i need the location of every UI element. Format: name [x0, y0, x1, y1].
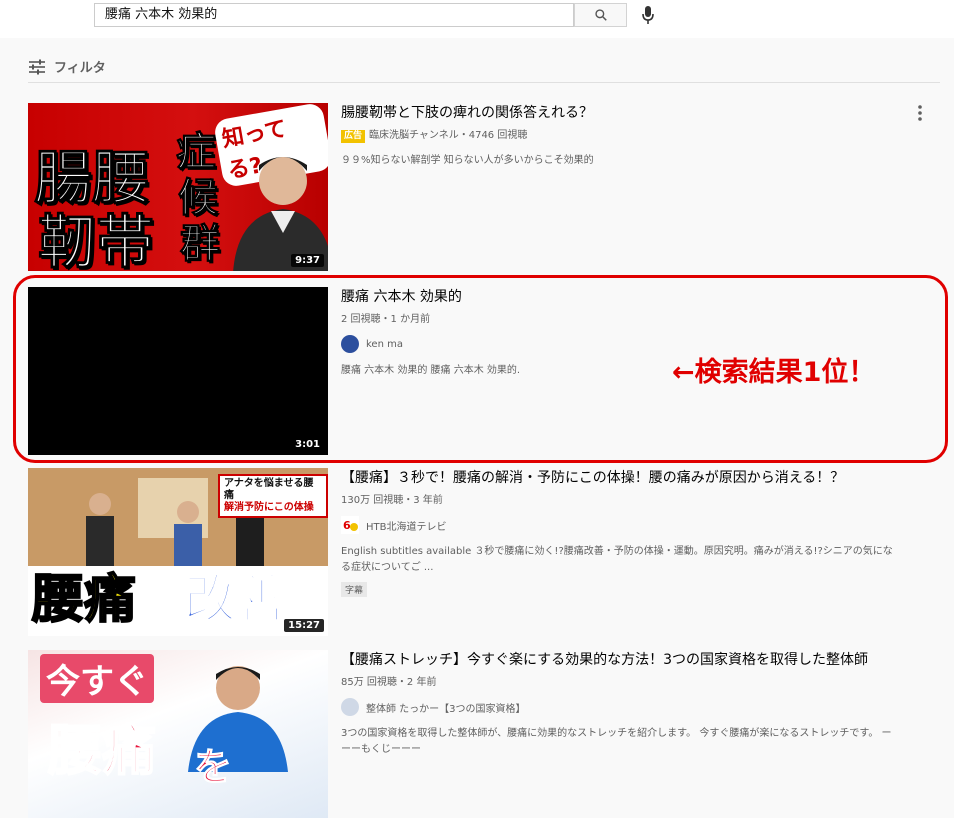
video-duration: 9:37 — [291, 254, 324, 267]
video-thumbnail[interactable]: 腸腰 靭帯 症 候 群 知ってる? 9:37 — [28, 103, 328, 271]
search-icon — [594, 9, 607, 21]
video-title[interactable]: 腸腰靭帯と下肢の痺れの関係答えれる？ — [341, 103, 901, 123]
filter-button[interactable]: フィルタ — [28, 57, 106, 76]
ad-badge: 広告 — [341, 130, 366, 143]
thumbnail-caption: 改善 — [183, 569, 289, 631]
search-button[interactable] — [574, 3, 627, 27]
video-thumbnail[interactable]: アナタを悩ませる腰痛 解消予防にこの体操 腰痛 改善 15:27 — [28, 468, 328, 636]
filter-sliders-icon — [29, 59, 45, 74]
video-meta: 130万 回視聴・3 年前 — [341, 495, 443, 506]
video-title[interactable]: 【腰痛ストレッチ】今すぐ楽にする効果的な方法！3つの国家資格を取得した整体師 — [341, 650, 901, 670]
video-title[interactable]: 【腰痛】３秒で！腰痛の解消・予防にこの体操！腰の痛みが原因から消える！？ — [341, 468, 901, 488]
video-meta-text: 臨床洗脳チャンネル・4746 回視聴 — [369, 130, 528, 141]
video-result[interactable]: アナタを悩ませる腰痛 解消予防にこの体操 腰痛 改善 15:27 【腰痛】３秒で… — [28, 468, 940, 636]
divider — [28, 82, 940, 83]
video-info: 【腰痛】３秒で！腰痛の解消・予防にこの体操！腰の痛みが原因から消える！？ 130… — [341, 468, 901, 597]
svg-text:6: 6 — [343, 519, 351, 532]
thumbnail-banner-line: 解消予防にこの体操 — [224, 502, 314, 513]
thumbnail-text: を — [193, 745, 233, 790]
video-meta: 広告 臨床洗脳チャンネル・4746 回視聴 — [341, 126, 901, 143]
channel-name[interactable]: HTB北海道テレビ — [366, 518, 447, 533]
video-thumbnail[interactable]: 今すぐ 腰痛 を — [28, 650, 328, 818]
thumbnail-text: 腰痛 — [47, 718, 157, 783]
thumbnail-text: 群 — [180, 220, 221, 268]
video-info: 腸腰靭帯と下肢の痺れの関係答えれる？ 広告 臨床洗脳チャンネル・4746 回視聴 … — [341, 103, 901, 169]
video-info: 【腰痛ストレッチ】今すぐ楽にする効果的な方法！3つの国家資格を取得した整体師 8… — [341, 650, 901, 758]
microphone-icon — [642, 6, 654, 24]
channel-avatar[interactable] — [341, 698, 359, 716]
annotation-text: ←検索結果1位！ — [672, 357, 876, 388]
subtitles-badge: 字幕 — [341, 582, 368, 597]
thumbnail-caption: 腰痛 — [31, 569, 137, 631]
channel-name[interactable]: 整体師 たっかー【3つの国家資格】 — [366, 700, 526, 715]
thumbnail-text: 今すぐ — [40, 654, 154, 703]
video-meta: 85万 回視聴・2 年前 — [341, 677, 437, 688]
htb-logo-icon: 6 — [341, 516, 359, 534]
top-bar: 腰痛 六本木 効果的 — [0, 0, 954, 38]
channel-row[interactable]: 6 HTB北海道テレビ — [341, 516, 901, 534]
person-figure — [233, 157, 328, 271]
video-description: English subtitles available ３秒で腰痛に効く!?腰痛… — [341, 546, 893, 573]
filter-label: フィルタ — [54, 61, 106, 76]
search-input[interactable]: 腰痛 六本木 効果的 — [94, 3, 574, 27]
video-description: ９９%知らない解剖学 知らない人が多いからこそ効果的 — [341, 155, 594, 166]
thumbnail-banner: アナタを悩ませる腰痛 解消予防にこの体操 — [218, 474, 328, 518]
thumbnail-text: 靭帯 — [37, 208, 155, 272]
voice-search-button[interactable] — [638, 4, 658, 26]
video-duration: 15:27 — [284, 619, 324, 632]
video-result-ad[interactable]: 腸腰 靭帯 症 候 群 知ってる? 9:37 腸腰靭帯と下肢の痺れの関係答えれる… — [28, 103, 940, 271]
thumbnail-banner-line: アナタを悩ませる腰痛 — [224, 478, 314, 501]
more-options-icon[interactable] — [912, 103, 928, 123]
video-description: 3つの国家資格を取得した整体師が、腰痛に効果的なストレッチを紹介します。 今すぐ… — [341, 728, 892, 755]
channel-row[interactable]: 整体師 たっかー【3つの国家資格】 — [341, 698, 901, 716]
video-result[interactable]: 今すぐ 腰痛 を 【腰痛ストレッチ】今すぐ楽にする効果的な方法！3つの国家資格を… — [28, 650, 940, 818]
